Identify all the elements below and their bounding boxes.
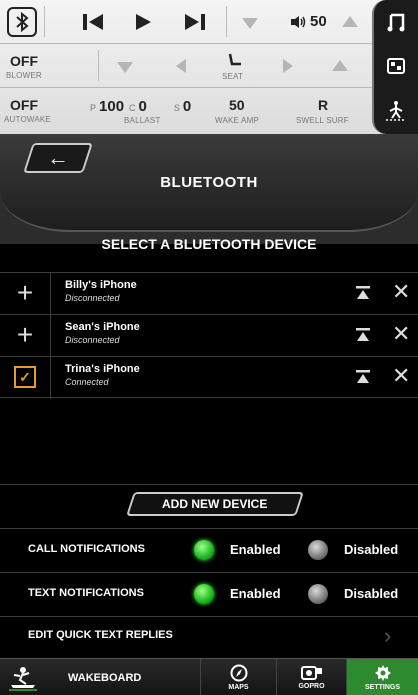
device-row[interactable]: ✓ Trina's iPhone Connected ✕ — [0, 356, 418, 399]
device-status: Disconnected — [65, 293, 120, 303]
back-arrow-icon: ← — [47, 145, 69, 170]
nav-gopro[interactable]: GOPRO — [276, 659, 346, 695]
move-to-top-icon[interactable] — [355, 285, 371, 301]
ballast-s-letter: S — [173, 103, 180, 113]
wake-amp-label: WAKE AMP — [215, 116, 259, 125]
ballast-readout[interactable]: P 100 C 0 S 0 — [90, 98, 191, 115]
seat-settings-icon — [387, 58, 405, 74]
add-new-device-label: ADD NEW DEVICE — [162, 497, 268, 511]
add-new-device-button[interactable]: ADD NEW DEVICE — [126, 492, 304, 516]
camera-icon — [300, 666, 322, 680]
music-note-icon — [387, 13, 405, 32]
seat-label: SEAT — [222, 72, 244, 81]
text-notifications-row: TEXT NOTIFICATIONS Enabled Disabled — [0, 572, 418, 614]
chevron-right-icon: › — [384, 623, 392, 648]
connected-checkbox[interactable]: ✓ — [13, 365, 37, 389]
select-device-heading: SELECT A BLUETOOTH DEVICE — [101, 236, 317, 252]
boat-tab[interactable] — [372, 88, 418, 134]
nav-wakeboard-label: WAKEBOARD — [68, 671, 142, 684]
play-icon[interactable] — [130, 11, 156, 33]
blower-down-icon[interactable] — [115, 60, 135, 74]
compass-icon — [230, 664, 247, 682]
nav-wakeboard[interactable]: WAKEBOARD — [0, 659, 200, 695]
gear-icon — [374, 665, 391, 681]
ballast-c-letter: C — [129, 103, 136, 113]
blower-up-icon[interactable] — [330, 58, 350, 72]
call-enabled-radio[interactable] — [194, 540, 214, 560]
check-icon: ✓ — [14, 366, 36, 388]
nav-settings-label: SETTINGS — [364, 684, 400, 691]
bluetooth-icon[interactable] — [7, 7, 37, 37]
device-row[interactable]: + Sean's iPhone Disconnected ✕ — [0, 314, 418, 357]
text-disabled-label[interactable]: Disabled — [344, 586, 398, 601]
volume-up-icon[interactable] — [340, 14, 360, 28]
control-panels: 50 OFF BLOWER SEAT OFF AUTOWAKE P 100 C … — [0, 0, 418, 134]
wake-icon — [386, 101, 406, 121]
bottom-nav: WAKEBOARD MAPS GOPRO SETTINGS — [0, 658, 418, 695]
back-button[interactable]: ← — [23, 143, 93, 173]
nav-settings[interactable]: SETTINGS — [346, 659, 418, 695]
nav-gopro-label: GOPRO — [298, 683, 325, 690]
quick-replies-label: EDIT QUICK TEXT REPLIES — [28, 629, 173, 641]
call-enabled-label[interactable]: Enabled — [230, 542, 281, 557]
device-name: Sean's iPhone — [65, 321, 140, 333]
remove-device-icon[interactable]: ✕ — [392, 365, 410, 387]
ballast-p-letter: P — [90, 103, 97, 113]
seat-left-icon[interactable] — [173, 59, 189, 73]
remove-device-icon[interactable]: ✕ — [392, 281, 410, 303]
autowake-label: AUTOWAKE — [4, 115, 51, 124]
swell-surf-value[interactable]: R — [318, 97, 328, 113]
volume-readout: 50 — [290, 13, 327, 30]
nav-maps-label: MAPS — [228, 684, 249, 691]
boat-bar: OFF AUTOWAKE P 100 C 0 S 0 BALLAST 50 WA… — [0, 88, 418, 134]
nav-maps[interactable]: MAPS — [200, 659, 276, 695]
add-device-icon[interactable]: + — [13, 279, 37, 307]
blower-value: OFF — [10, 53, 38, 69]
speaker-icon — [291, 15, 306, 28]
call-disabled-label[interactable]: Disabled — [344, 542, 398, 557]
ballast-s-value: 0 — [182, 98, 192, 115]
move-to-top-icon[interactable] — [355, 327, 371, 343]
autowake-value: OFF — [10, 97, 38, 113]
climate-tab[interactable] — [372, 44, 418, 88]
ballast-label: BALLAST — [124, 116, 161, 125]
text-notifications-label: TEXT NOTIFICATIONS — [28, 587, 144, 599]
next-track-icon[interactable] — [182, 11, 208, 33]
blower-label: BLOWER — [6, 71, 42, 80]
wake-amp-value[interactable]: 50 — [229, 97, 245, 113]
call-notifications-label: CALL NOTIFICATIONS — [28, 543, 145, 555]
volume-value: 50 — [310, 13, 327, 30]
swell-surf-label: SWELL SURF — [296, 116, 349, 125]
ballast-p-value: 100 — [99, 98, 125, 115]
remove-device-icon[interactable]: ✕ — [392, 323, 410, 345]
device-status: Disconnected — [65, 335, 120, 345]
ballast-c-value: 0 — [138, 98, 147, 115]
move-to-top-icon[interactable] — [355, 369, 371, 385]
page-title: BLUETOOTH — [160, 174, 258, 191]
quick-replies-row[interactable]: EDIT QUICK TEXT REPLIES › — [0, 616, 418, 656]
media-bar: 50 — [0, 0, 418, 44]
climate-bar: OFF BLOWER SEAT — [0, 44, 418, 88]
device-row[interactable]: + Billy's iPhone Disconnected ✕ — [0, 272, 418, 315]
device-name: Billy's iPhone — [65, 279, 137, 291]
audio-tab[interactable] — [372, 0, 418, 44]
device-status: Connected — [65, 377, 109, 387]
call-disabled-radio[interactable] — [308, 540, 328, 560]
device-name: Trina's iPhone — [65, 363, 140, 375]
text-enabled-label[interactable]: Enabled — [230, 586, 281, 601]
text-disabled-radio[interactable] — [308, 584, 328, 604]
add-device-icon[interactable]: + — [13, 321, 37, 349]
seat-right-icon[interactable] — [280, 59, 296, 73]
volume-down-icon[interactable] — [240, 16, 260, 30]
call-notifications-row: CALL NOTIFICATIONS Enabled Disabled — [0, 528, 418, 570]
previous-track-icon[interactable] — [80, 11, 106, 33]
seat-icon — [226, 51, 244, 69]
text-enabled-radio[interactable] — [194, 584, 214, 604]
wakeboard-icon — [9, 666, 37, 691]
